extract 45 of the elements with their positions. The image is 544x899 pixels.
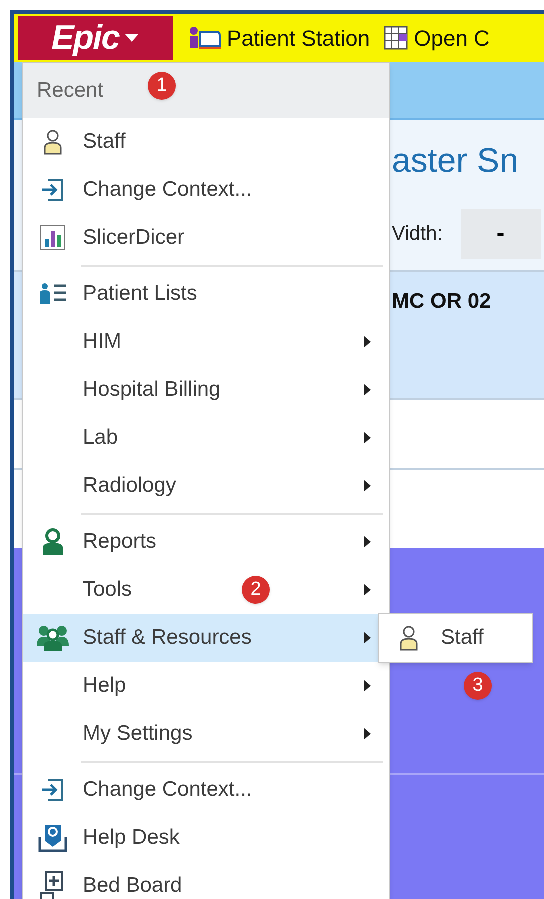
menu-item[interactable]: Radiology: [23, 462, 389, 510]
toolbar-button[interactable]: Patient Station: [187, 22, 370, 54]
patient-bed-icon: [187, 26, 221, 50]
width-decrease-button[interactable]: -: [460, 209, 541, 259]
submenu-arrow-icon: [363, 584, 371, 596]
toolbar-button[interactable]: Open C: [384, 22, 490, 54]
enter-icon: [40, 777, 66, 803]
submenu-arrow-icon: [363, 480, 371, 492]
menu-item[interactable]: Hospital Billing: [23, 366, 389, 414]
menu-item[interactable]: Reports: [23, 518, 389, 566]
menu-item[interactable]: My Settings: [23, 710, 389, 758]
menu-item[interactable]: Change Context...: [23, 766, 389, 814]
room-label: MC OR 02: [392, 290, 492, 313]
team-icon: [37, 624, 69, 652]
bar-chart-icon: [40, 225, 66, 251]
caret-icon: [125, 34, 140, 42]
submenu-arrow-icon: [363, 680, 371, 692]
menu-item[interactable]: Staff: [23, 118, 389, 166]
menu-item[interactable]: Lab: [23, 414, 389, 462]
menu-item[interactable]: Patient Lists: [23, 270, 389, 318]
submenu-item[interactable]: Staff: [379, 614, 532, 662]
help-desk-icon: [38, 823, 68, 853]
epic-menu-button[interactable]: Epic: [18, 16, 173, 60]
person-icon: [43, 129, 63, 155]
submenu-arrow-icon: [363, 728, 371, 740]
page-title: aster Sn: [392, 141, 520, 182]
recent-heading: Recent: [37, 78, 104, 104]
menu-item[interactable]: Bed Board: [23, 862, 389, 899]
patient-list-icon: [39, 283, 67, 305]
menu-item[interactable]: Help: [23, 662, 389, 710]
grid-icon: [384, 26, 408, 50]
submenu-arrow-icon: [363, 432, 371, 444]
width-label: Vidth:: [392, 222, 443, 247]
doctor-icon: [42, 528, 64, 556]
submenu-arrow-icon: [363, 336, 371, 348]
menu-item[interactable]: HIM: [23, 318, 389, 366]
bed-board-icon: [40, 871, 66, 899]
submenu-arrow-icon: [363, 384, 371, 396]
menu-item[interactable]: SlicerDicer: [23, 214, 389, 262]
submenu-arrow-icon: [363, 632, 371, 644]
menu-item[interactable]: Help Desk: [23, 814, 389, 862]
enter-icon: [40, 177, 66, 203]
person-icon: [399, 625, 419, 651]
menu-item[interactable]: Change Context...: [23, 166, 389, 214]
submenu-arrow-icon: [363, 536, 371, 548]
